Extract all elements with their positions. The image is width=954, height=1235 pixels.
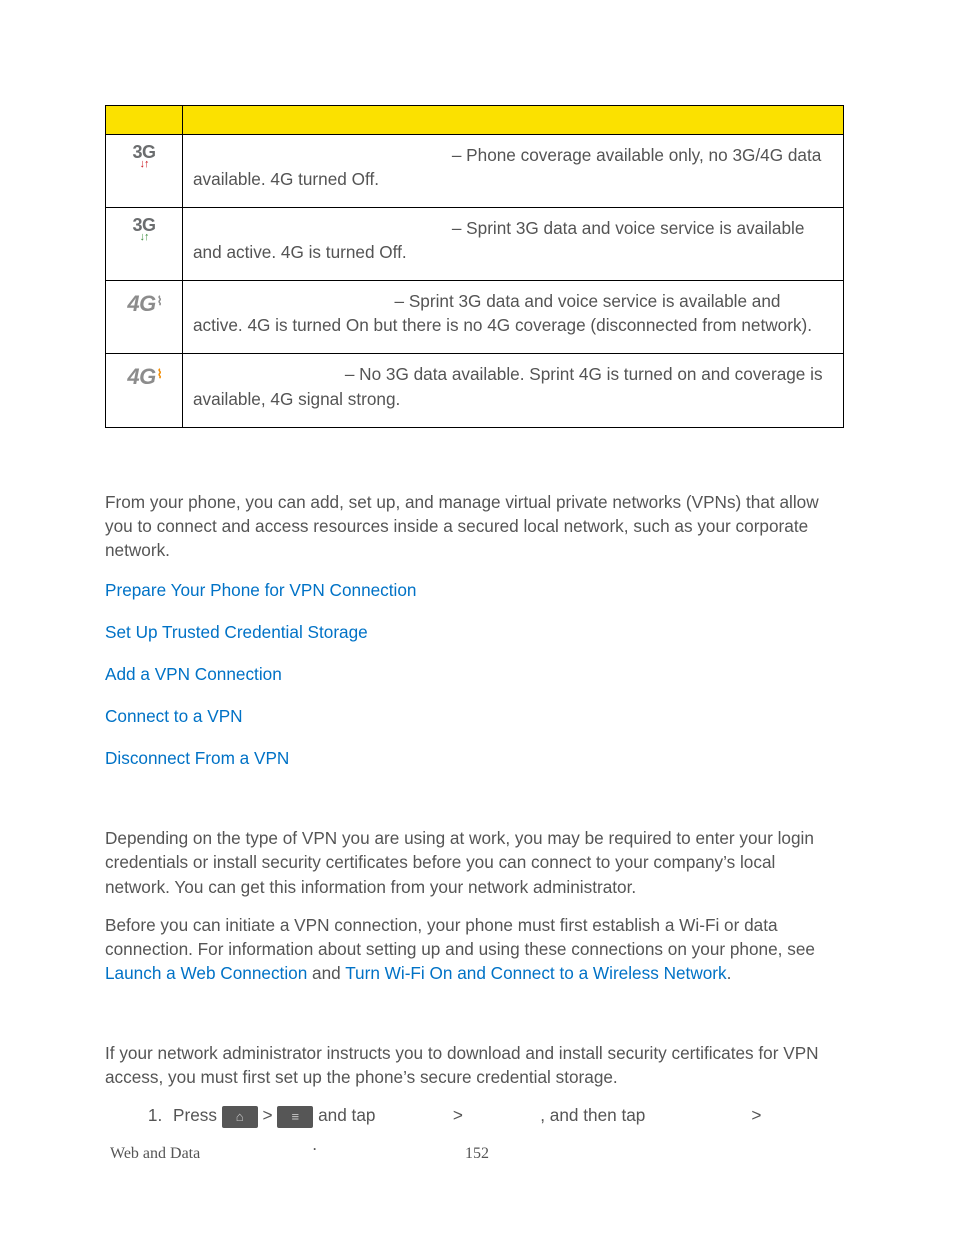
menu-button-icon: ≡ [277, 1106, 313, 1128]
table-row: 3G ↓↑ 3G (data service) 4G turned Off – … [106, 208, 844, 281]
link-connect-vpn[interactable]: Connect to a VPN [105, 706, 243, 726]
link-prepare-phone[interactable]: Prepare Your Phone for VPN Connection [105, 580, 417, 600]
paragraph-vpn-connection: Before you can initiate a VPN connection… [105, 913, 844, 985]
sub-heading: Prepare Your Phone for VPN Connection [105, 792, 844, 816]
link-setup-credential[interactable]: Set Up Trusted Credential Storage [105, 622, 368, 642]
paragraph-vpn-prep: Depending on the type of VPN you are usi… [105, 826, 844, 898]
paragraph-credential-storage: If your network administrator instructs … [105, 1041, 844, 1089]
signal-icon-table: 3G ↓↑ 3G (data service) 4G turned Off – … [105, 105, 844, 428]
link-turn-wifi-on[interactable]: Turn Wi-Fi On and Connect to a Wireless … [345, 963, 726, 983]
sub-heading-2: Set Up Trusted Credential Storage [105, 1007, 844, 1031]
table-header-desc [183, 106, 844, 135]
table-row: 4G⌇ 4G signal (strong) – No 3G data avai… [106, 354, 844, 427]
link-launch-web-connection[interactable]: Launch a Web Connection [105, 963, 307, 983]
vpn-link-list: Prepare Your Phone for VPN Connection Se… [105, 578, 844, 770]
footer-page-number: 152 [465, 1145, 489, 1163]
page-footer: Web and Data 152 [110, 1145, 844, 1163]
table-row: 4G⌇ 4G (no data connection) – Sprint 3G … [106, 281, 844, 354]
intro-paragraph: From your phone, you can add, set up, an… [105, 490, 844, 562]
row-desc: 4G (no data connection) – Sprint 3G data… [183, 281, 844, 354]
table-header-icon [106, 106, 183, 135]
table-row: 3G ↓↑ 3G (data service) 4G turned Off – … [106, 135, 844, 208]
link-disconnect-vpn[interactable]: Disconnect From a VPN [105, 748, 289, 768]
4g-grey-indicator-icon: 4G⌇ [127, 291, 160, 316]
home-button-icon: ⌂ [222, 1106, 258, 1128]
footer-section: Web and Data [110, 1145, 200, 1163]
section-heading: Virtual Private Networks (VPN) [105, 456, 844, 480]
row-desc: 4G signal (strong) – No 3G data availabl… [183, 354, 844, 427]
4g-orange-indicator-icon: 4G⌇ [127, 364, 160, 389]
link-add-vpn[interactable]: Add a VPN Connection [105, 664, 282, 684]
row-desc: 3G (data service) 4G turned Off – Sprint… [183, 208, 844, 281]
3g-green-indicator-icon: 3G ↓↑ [132, 216, 155, 243]
row-desc: 3G (data service) 4G turned Off – Phone … [183, 135, 844, 208]
3g-red-indicator-icon: 3G ↓↑ [132, 143, 155, 170]
